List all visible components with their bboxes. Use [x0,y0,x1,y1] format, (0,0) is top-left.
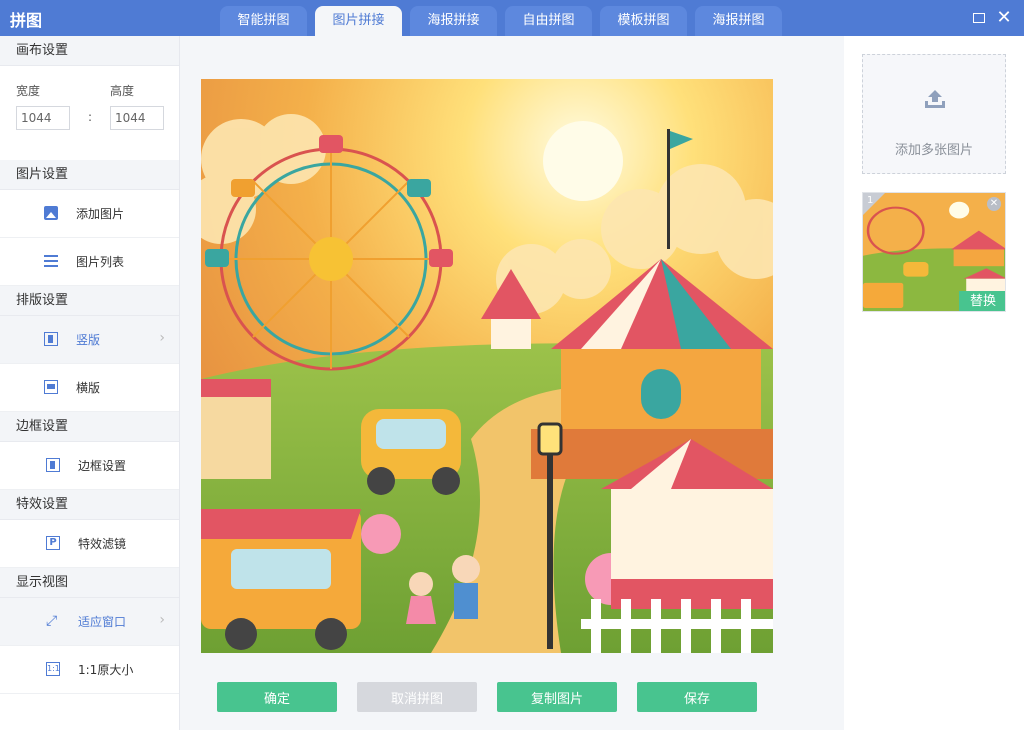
chevron-right-icon: › [159,330,165,346]
remove-image-button[interactable]: ✕ [987,197,1001,211]
image-list-panel: 添加多张图片 1 ✕ 替换 [844,36,1024,730]
app-title: 拼图 [10,11,43,30]
tab-bar: 智能拼图 图片拼接 海报拼接 自由拼图 模板拼图 海报拼图 [216,6,786,36]
tab-poster-stitch[interactable]: 海报拼接 [406,6,501,36]
tab-template-collage[interactable]: 模板拼图 [596,6,691,36]
actual-size-icon: 1:1 [46,662,60,676]
fit-window-icon: ⤢ [46,613,58,629]
width-input[interactable]: 1044 [16,106,70,130]
image-list-item[interactable]: 图片列表 [0,238,179,286]
vertical-layout-icon [44,332,58,346]
height-label: 高度 [110,84,135,98]
image-thumbnail[interactable]: 1 ✕ 替换 [862,192,1006,312]
size-separator: : [88,110,93,124]
image-list-label: 图片列表 [76,255,125,269]
maximize-button[interactable] [970,9,988,27]
height-input[interactable]: 1044 [110,106,164,130]
effects-filter-item[interactable]: P 特效滤镜 [0,520,179,568]
close-button[interactable]: ✕ [995,9,1013,27]
tab-smart-collage[interactable]: 智能拼图 [216,6,311,36]
add-image-label: 添加图片 [76,207,125,221]
save-button[interactable]: 保存 [637,682,757,712]
tab-poster-collage[interactable]: 海报拼图 [691,6,786,36]
horizontal-layout-icon [44,380,58,394]
view-settings-header: 显示视图 [0,568,179,598]
vertical-layout-label: 竖版 [76,333,101,347]
amusement-park-image [201,79,773,653]
maximize-icon [973,13,985,23]
fit-window-item[interactable]: ⤢ 适应窗口 › [0,598,179,646]
canvas-size-panel: 宽度 高度 1044 : 1044 [0,66,179,160]
canvas-settings-header: 画布设置 [0,36,179,66]
actual-size-item[interactable]: 1:1 1:1原大小 [0,646,179,694]
list-icon [44,254,58,268]
effects-settings-header: 特效设置 [0,490,179,520]
border-icon [46,458,60,472]
horizontal-layout-item[interactable]: 横版 [0,364,179,412]
action-bar: 确定 取消拼图 复制图片 保存 [217,682,777,712]
image-settings-header: 图片设置 [0,160,179,190]
fit-window-label: 适应窗口 [78,615,127,629]
collage-preview [201,79,773,653]
layout-settings-header: 排版设置 [0,286,179,316]
vertical-layout-item[interactable]: 竖版 › [0,316,179,364]
tab-free-collage[interactable]: 自由拼图 [501,6,596,36]
copy-image-button[interactable]: 复制图片 [497,682,617,712]
border-settings-label: 边框设置 [78,459,127,473]
add-multiple-images-button[interactable]: 添加多张图片 [862,54,1006,174]
tab-image-stitch[interactable]: 图片拼接 [311,6,406,36]
confirm-button[interactable]: 确定 [217,682,337,712]
cancel-collage-button[interactable]: 取消拼图 [357,682,477,712]
filter-icon: P [46,536,60,550]
add-images-label: 添加多张图片 [894,143,973,158]
image-icon [44,206,58,220]
chevron-right-icon: › [159,612,165,628]
border-settings-item[interactable]: 边框设置 [0,442,179,490]
preview-area: 确定 取消拼图 复制图片 保存 [181,36,844,730]
effects-filter-label: 特效滤镜 [78,537,127,551]
replace-image-button[interactable]: 替换 [959,291,1005,311]
title-bar: 拼图 智能拼图 图片拼接 海报拼接 自由拼图 模板拼图 海报拼图 ✕ [0,0,1024,36]
upload-icon [925,90,945,108]
add-image-item[interactable]: 添加图片 [0,190,179,238]
actual-size-label: 1:1原大小 [78,663,134,677]
settings-sidebar: 画布设置 宽度 高度 1044 : 1044 图片设置 添加图片 图片列表 排版… [0,36,180,730]
border-settings-header: 边框设置 [0,412,179,442]
thumbnail-index: 1 [867,195,874,206]
horizontal-layout-label: 横版 [76,381,101,395]
width-label: 宽度 [16,84,41,98]
